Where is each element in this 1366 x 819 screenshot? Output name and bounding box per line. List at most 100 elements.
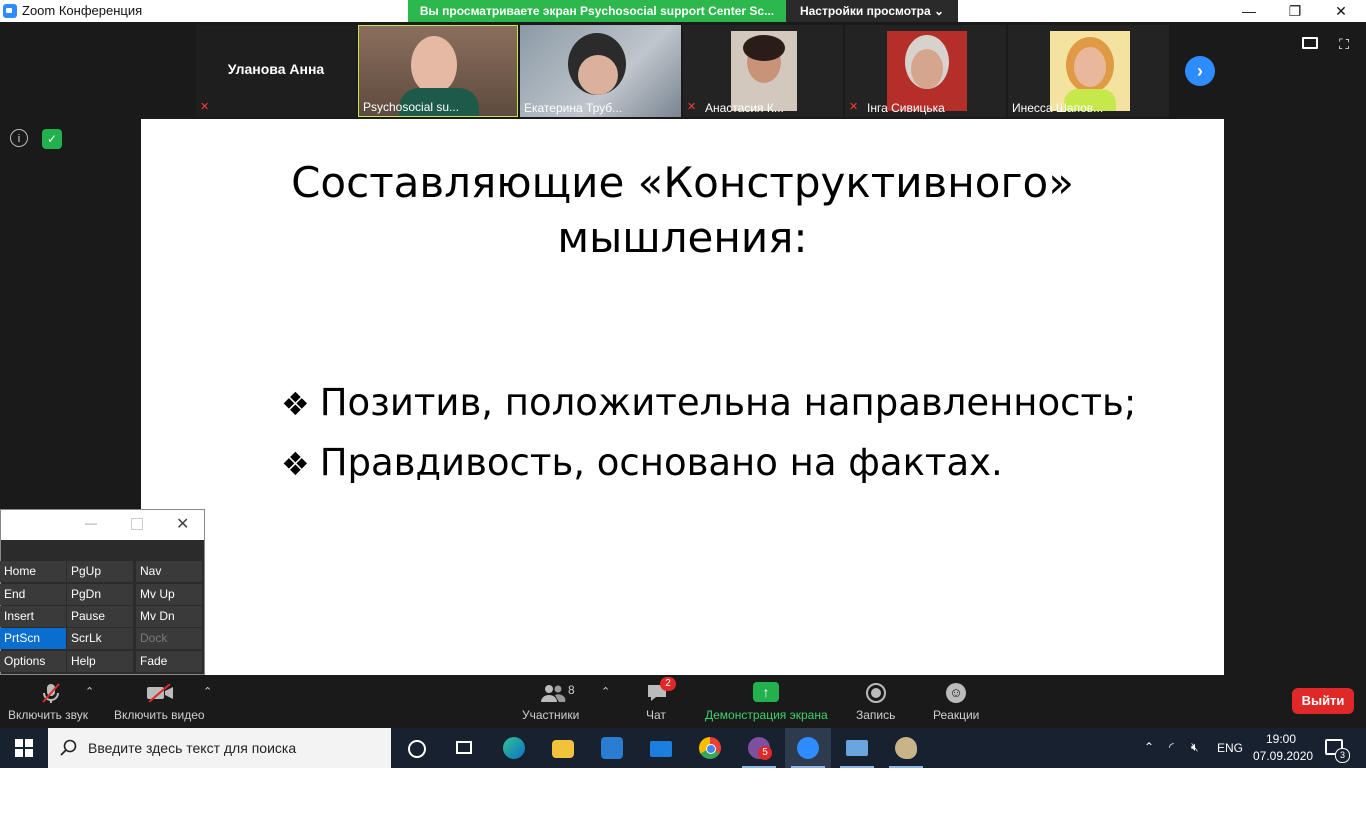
- reactions-icon[interactable]: ☺: [946, 683, 966, 703]
- osk-key-pause[interactable]: Pause: [67, 606, 133, 627]
- screen-share-banner: Вы просматриваете экран Psychosocial sup…: [408, 0, 786, 22]
- chat-button[interactable]: Чат: [646, 708, 666, 722]
- view-options-dropdown[interactable]: Настройки просмотра ⌄: [786, 0, 958, 22]
- maximize-button[interactable]: ❐: [1272, 0, 1318, 22]
- paint-icon[interactable]: [883, 728, 929, 768]
- participant-name: Анастасия К...: [705, 101, 784, 115]
- reactions-button[interactable]: Реакции: [933, 708, 979, 722]
- close-button[interactable]: ✕: [1318, 0, 1364, 22]
- bullet-diamond-icon: ❖: [281, 445, 310, 483]
- search-placeholder: Введите здесь текст для поиска: [88, 740, 297, 756]
- osk-key-scrlk[interactable]: ScrLk: [67, 628, 133, 649]
- security-shield-icon[interactable]: ✓: [42, 129, 62, 149]
- osk-key-dock[interactable]: Dock: [136, 628, 202, 649]
- osk-key-fade[interactable]: Fade: [136, 651, 202, 672]
- osk-key-pgdn[interactable]: PgDn: [67, 584, 133, 605]
- participants-icon[interactable]: [540, 683, 566, 703]
- osk-title-bar: — ✕: [1, 510, 204, 540]
- leave-meeting-button[interactable]: Выйти: [1292, 688, 1354, 714]
- active-speaker-tile[interactable]: Уланова Анна ✕: [196, 25, 356, 117]
- active-speaker-name: Уланова Анна: [227, 61, 325, 77]
- record-icon[interactable]: [866, 683, 886, 703]
- bullet-text: Правдивость, основано на фактах.: [319, 441, 1003, 484]
- slide-title-line2: мышления:: [557, 213, 808, 262]
- mic-muted-icon[interactable]: [40, 682, 62, 704]
- windows-start-icon[interactable]: [15, 739, 33, 757]
- info-icon[interactable]: i: [10, 129, 28, 147]
- window-title: Zoom Конференция: [22, 3, 143, 18]
- participant-name: Інга Сивицька: [867, 101, 945, 115]
- participants-button[interactable]: Участники: [522, 708, 579, 722]
- muted-mic-icon: ✕: [200, 101, 210, 113]
- viber-badge: 5: [758, 746, 772, 760]
- notifications-count: 3: [1335, 748, 1350, 763]
- osk-key-end[interactable]: End: [0, 584, 66, 605]
- search-icon: [60, 739, 78, 757]
- osk-maximize-button[interactable]: [131, 518, 143, 530]
- osk-key-home[interactable]: Home: [0, 561, 66, 582]
- slide-title: Составляющие «Конструктивного» мышления:: [141, 155, 1224, 265]
- mail-icon[interactable]: [638, 728, 684, 768]
- file-explorer-icon[interactable]: [540, 728, 586, 768]
- slide-bullet: ❖ Позитив, положительна направленность;: [281, 381, 1136, 424]
- next-page-chevron-icon[interactable]: ›: [1185, 56, 1215, 86]
- ms-store-icon[interactable]: [589, 728, 635, 768]
- audio-options-caret-icon[interactable]: ⌃: [85, 685, 94, 698]
- share-screen-icon[interactable]: ↑: [753, 682, 779, 702]
- participants-caret-icon[interactable]: ⌃: [601, 685, 610, 698]
- chrome-icon[interactable]: [687, 728, 733, 768]
- muted-mic-icon: ✕: [687, 101, 697, 113]
- osk-key-mvdn[interactable]: Mv Dn: [136, 606, 202, 627]
- clock-time: 19:00: [1265, 732, 1297, 746]
- osk-key-options[interactable]: Options: [0, 651, 66, 672]
- remote-desktop-icon[interactable]: [834, 728, 880, 768]
- osk-minimize-button[interactable]: —: [85, 516, 97, 530]
- bullet-diamond-icon: ❖: [281, 385, 310, 423]
- view-mode-icon[interactable]: [1302, 37, 1318, 49]
- video-options-caret-icon[interactable]: ⌃: [203, 685, 212, 698]
- osk-key-help[interactable]: Help: [67, 651, 133, 672]
- video-off-icon[interactable]: [146, 683, 174, 703]
- osk-key-prtscn[interactable]: PrtScn: [0, 628, 66, 649]
- participant-video: [1050, 31, 1130, 111]
- unmute-button[interactable]: Включить звук: [8, 708, 88, 722]
- input-language[interactable]: ENG: [1217, 741, 1243, 755]
- share-screen-button[interactable]: Демонстрация экрана: [705, 708, 828, 722]
- clock[interactable]: 19:00 07.09.2020: [1253, 732, 1314, 763]
- shared-slide: Составляющие «Конструктивного» мышления:…: [141, 119, 1224, 675]
- participant-video: [731, 31, 797, 111]
- osk-key-pgup[interactable]: PgUp: [67, 561, 133, 582]
- video-tile[interactable]: ✕ Інга Сивицька: [845, 25, 1006, 117]
- start-video-button[interactable]: Включить видео: [114, 708, 205, 722]
- video-tile[interactable]: Инесса Шапов...: [1008, 25, 1169, 117]
- viber-icon[interactable]: 5: [736, 728, 782, 768]
- slide-bullet: ❖ Правдивость, основано на фактах.: [281, 441, 1003, 484]
- osk-close-button[interactable]: ✕: [176, 514, 189, 534]
- participant-video: [887, 31, 967, 111]
- participants-count: 8: [568, 683, 575, 697]
- zoom-taskbar-icon[interactable]: [785, 728, 831, 768]
- muted-mic-icon: ✕: [849, 101, 859, 113]
- participant-name: Psychosocial su...: [363, 100, 460, 114]
- chat-unread-badge: 2: [660, 677, 676, 691]
- participant-name: Инесса Шапов...: [1012, 101, 1104, 115]
- zoom-app-icon: [3, 4, 17, 18]
- slide-title-line1: Составляющие «Конструктивного»: [291, 158, 1074, 207]
- edge-browser-icon[interactable]: [491, 728, 537, 768]
- video-tile[interactable]: Екатерина Труб...: [520, 25, 681, 117]
- record-button[interactable]: Запись: [856, 708, 895, 722]
- network-icon[interactable]: ◜: [1169, 740, 1174, 754]
- volume-muted-icon[interactable]: 🔇︎: [1191, 740, 1199, 755]
- minimize-button[interactable]: —: [1226, 0, 1272, 22]
- clock-date: 07.09.2020: [1253, 749, 1314, 763]
- below-screen-area: [0, 768, 1366, 819]
- video-tile[interactable]: Psychosocial su...: [358, 25, 518, 117]
- osk-key-nav[interactable]: Nav: [136, 561, 202, 582]
- video-tile[interactable]: ✕ Анастасия К...: [683, 25, 843, 117]
- fullscreen-icon[interactable]: ⛶: [1336, 36, 1352, 52]
- osk-key-mvup[interactable]: Mv Up: [136, 584, 202, 605]
- tray-overflow-icon[interactable]: ⌃: [1144, 740, 1154, 754]
- task-view-icon[interactable]: [441, 728, 487, 768]
- cortana-icon[interactable]: [393, 728, 439, 768]
- osk-key-insert[interactable]: Insert: [0, 606, 66, 627]
